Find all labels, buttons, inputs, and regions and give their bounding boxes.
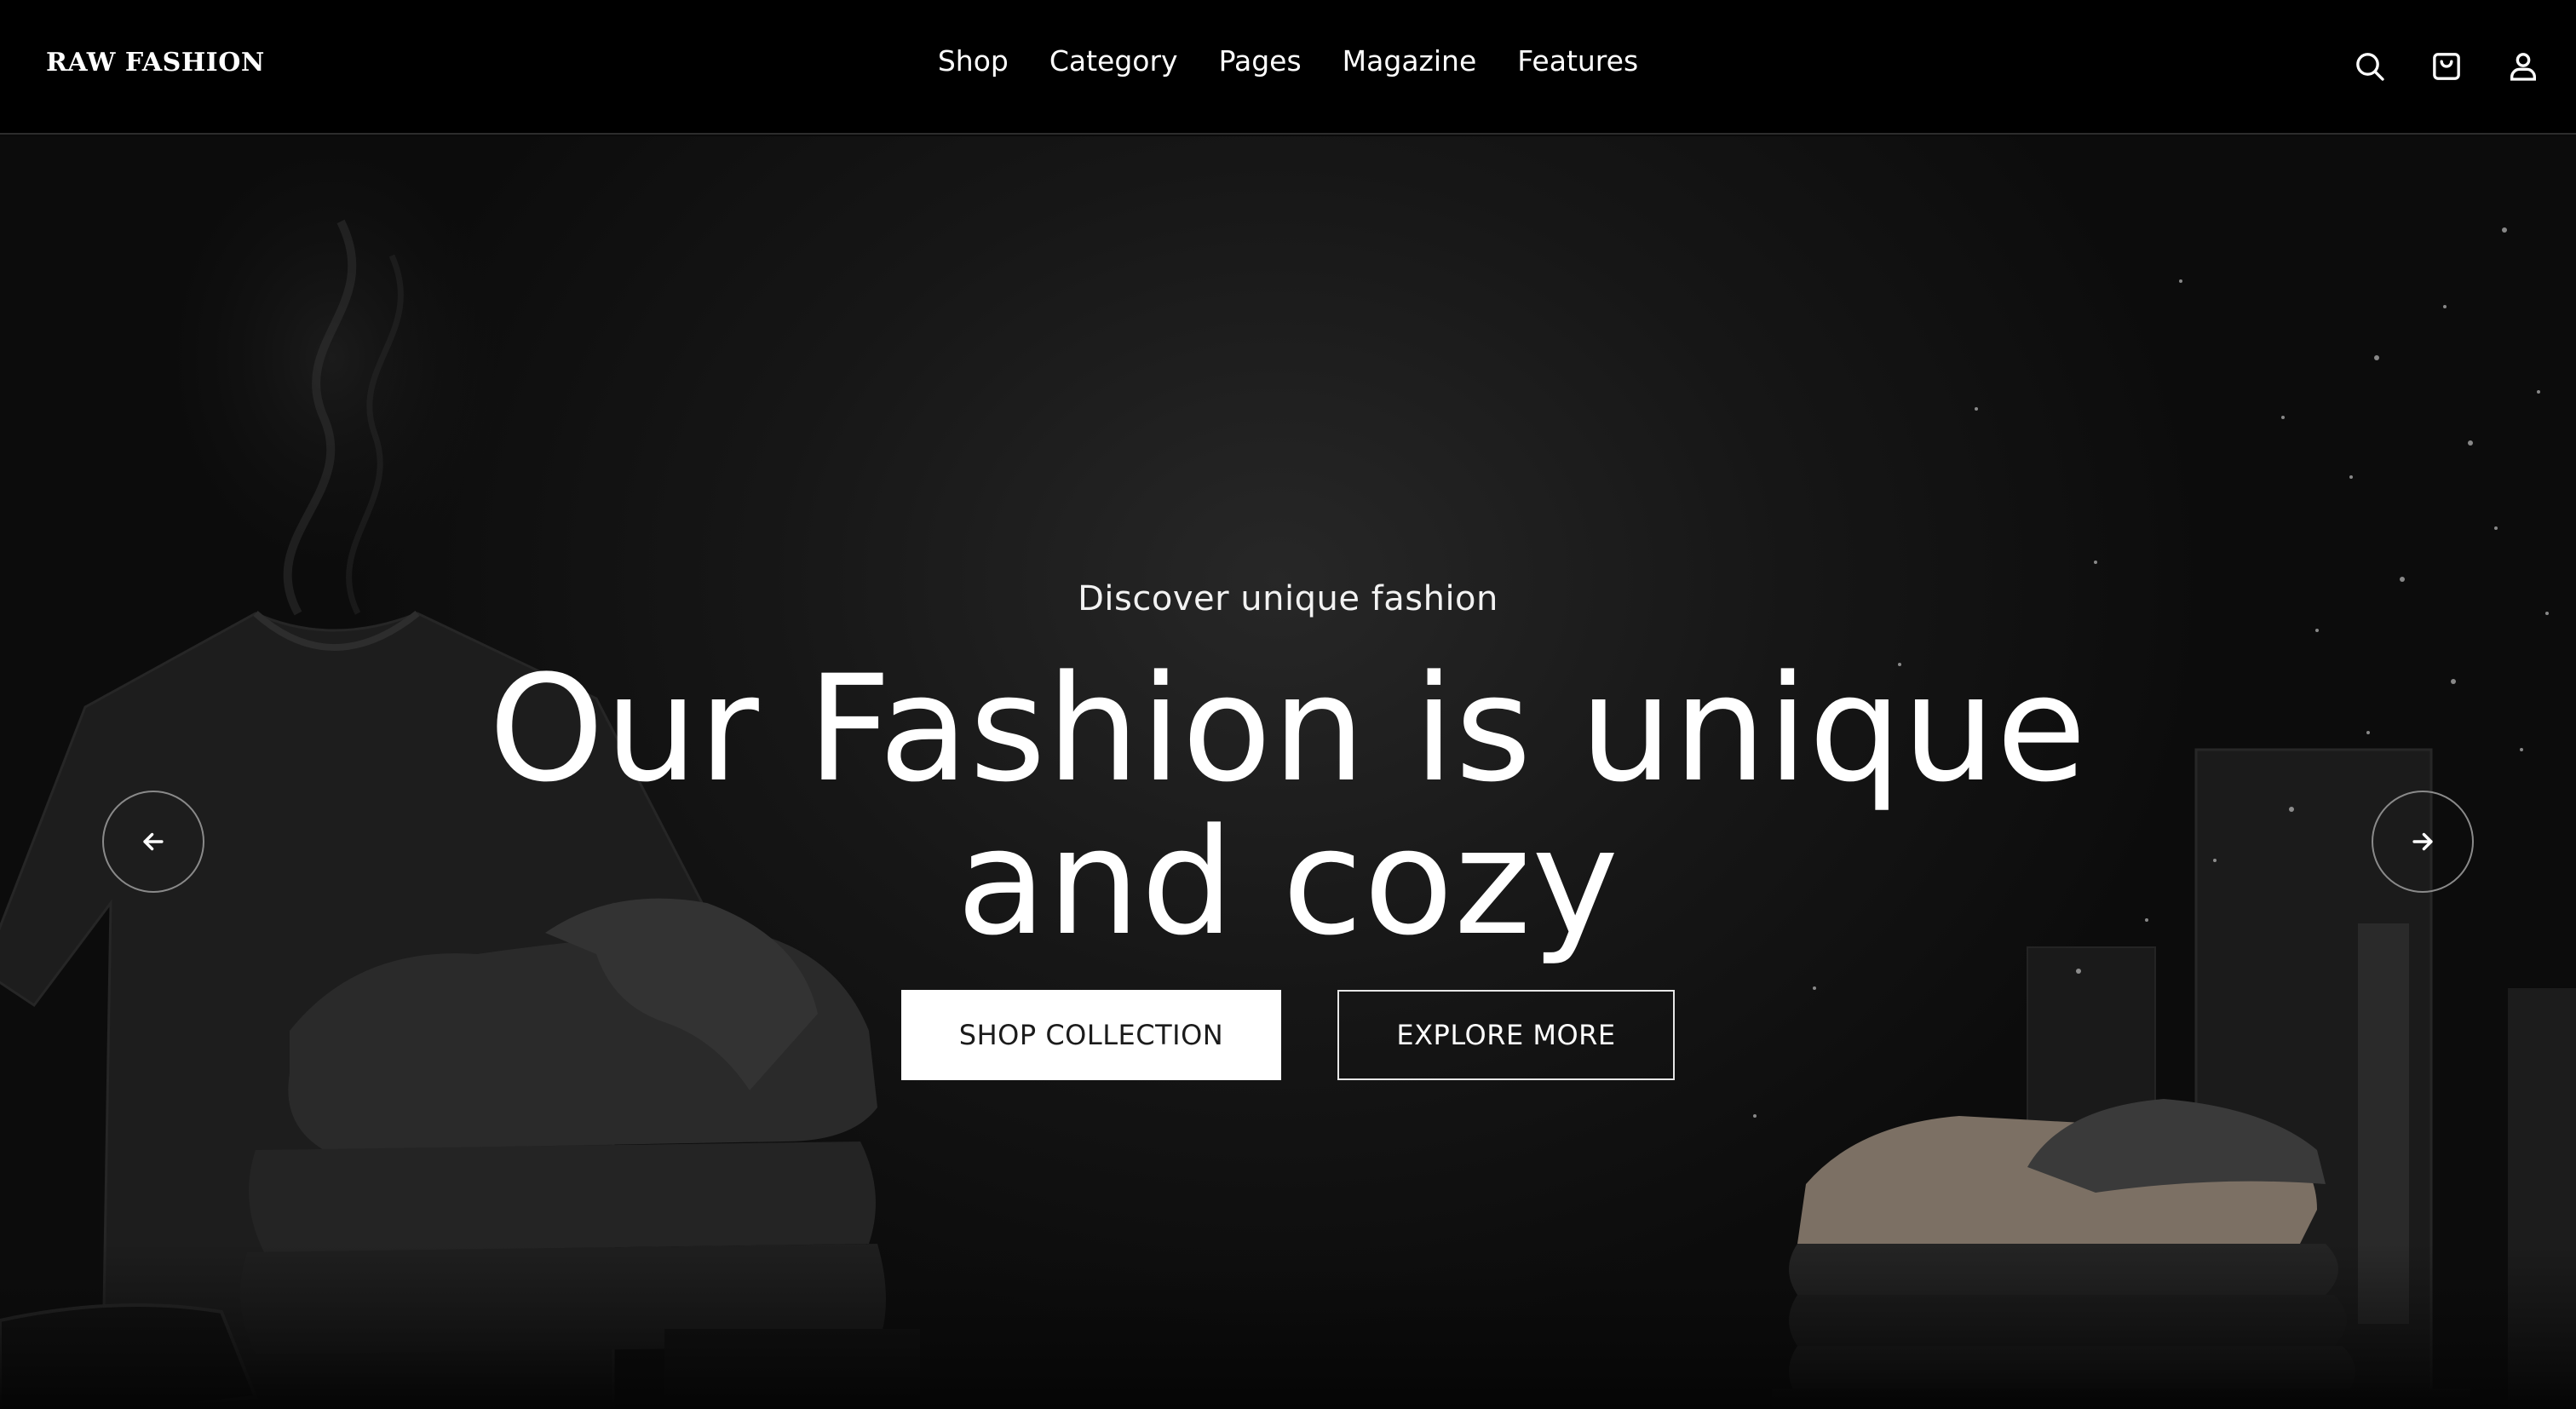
nav-item-category[interactable]: Category <box>1049 44 1178 78</box>
hero-content: Discover unique fashion Our Fashion is u… <box>0 579 2576 1080</box>
header-actions <box>2351 48 2542 85</box>
user-icon[interactable] <box>2504 48 2542 85</box>
site-header: RAW FASHION Shop Category Pages Magazine… <box>0 0 2576 135</box>
hero-headline: Our Fashion is unique and cozy <box>0 653 2576 959</box>
hero-buttons: SHOP COLLECTION EXPLORE MORE <box>0 990 2576 1080</box>
slider-prev-button[interactable] <box>102 791 204 893</box>
nav-item-shop[interactable]: Shop <box>938 44 1009 78</box>
explore-more-button[interactable]: EXPLORE MORE <box>1337 990 1675 1080</box>
hero-headline-line-1: Our Fashion is unique <box>488 643 2088 814</box>
hero-headline-line-2: and cozy <box>956 797 1620 968</box>
cart-icon[interactable] <box>2428 48 2465 85</box>
nav-item-pages[interactable]: Pages <box>1219 44 1302 78</box>
nav-item-features[interactable]: Features <box>1517 44 1638 78</box>
shop-collection-button[interactable]: SHOP COLLECTION <box>901 990 1281 1080</box>
main-nav: Shop Category Pages Magazine Features <box>0 44 2576 78</box>
arrow-right-icon <box>2412 832 2433 851</box>
hero-subtitle: Discover unique fashion <box>1078 579 1498 618</box>
arrow-left-icon <box>143 832 164 851</box>
search-icon[interactable] <box>2351 48 2389 85</box>
slider-next-button[interactable] <box>2372 791 2474 893</box>
hero-slider: Discover unique fashion Our Fashion is u… <box>0 136 2576 1409</box>
page: RAW FASHION Shop Category Pages Magazine… <box>0 0 2576 1409</box>
nav-item-magazine[interactable]: Magazine <box>1343 44 1477 78</box>
